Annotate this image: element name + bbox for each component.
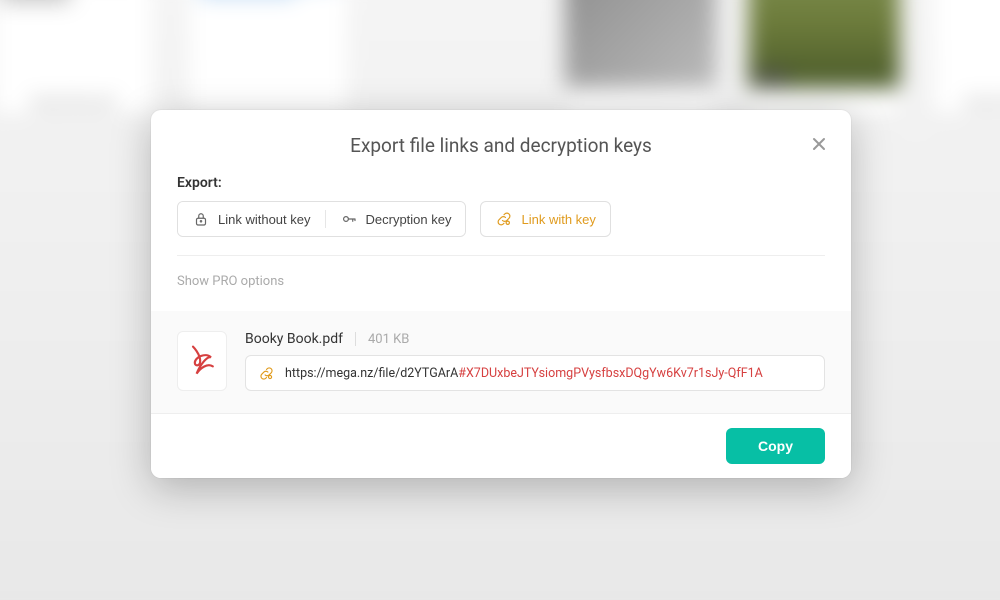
file-meta: Booky Book.pdf 401 KB — [245, 331, 825, 347]
option-link-with-key[interactable]: Link with key — [480, 201, 610, 237]
show-pro-options-link[interactable]: Show PRO options — [177, 274, 284, 311]
link-key-icon — [495, 210, 513, 228]
pdf-icon — [187, 343, 217, 379]
close-button[interactable] — [803, 128, 835, 160]
option-decryption-key[interactable]: Decryption key — [326, 202, 466, 236]
option-label: Decryption key — [366, 212, 452, 227]
export-options-row: Link without key Decryption key — [177, 201, 825, 237]
option-link-without-key[interactable]: Link without key — [178, 202, 325, 236]
file-thumbnail — [177, 331, 227, 391]
file-block: Booky Book.pdf 401 KB https://mega.nz/fi… — [151, 311, 851, 413]
divider — [177, 255, 825, 256]
link-key-icon — [258, 365, 275, 382]
export-links-modal: Export file links and decryption keys Ex… — [151, 110, 851, 478]
url-base: https://mega.nz/file/d2YTGArA — [285, 366, 458, 381]
option-label: Link without key — [218, 212, 311, 227]
modal-header: Export file links and decryption keys — [151, 110, 851, 175]
export-url-field[interactable]: https://mega.nz/file/d2YTGArA#X7DUxbeJTY… — [245, 355, 825, 391]
export-segmented-group: Link without key Decryption key — [177, 201, 466, 237]
copy-button[interactable]: Copy — [726, 428, 825, 464]
modal-footer: Copy — [151, 413, 851, 478]
url-text: https://mega.nz/file/d2YTGArA#X7DUxbeJTY… — [285, 366, 763, 381]
meta-separator — [355, 332, 356, 346]
lock-icon — [192, 210, 210, 228]
export-label: Export: — [177, 175, 825, 191]
option-label: Link with key — [521, 212, 595, 227]
file-name: Booky Book.pdf — [245, 331, 343, 347]
key-icon — [340, 210, 358, 228]
close-icon — [811, 136, 827, 152]
modal-title: Export file links and decryption keys — [171, 134, 831, 157]
file-size: 401 KB — [368, 332, 409, 347]
url-key: #X7DUxbeJTYsiomgPVysfbsxDQgYw6Kv7r1sJy-Q… — [458, 366, 763, 381]
